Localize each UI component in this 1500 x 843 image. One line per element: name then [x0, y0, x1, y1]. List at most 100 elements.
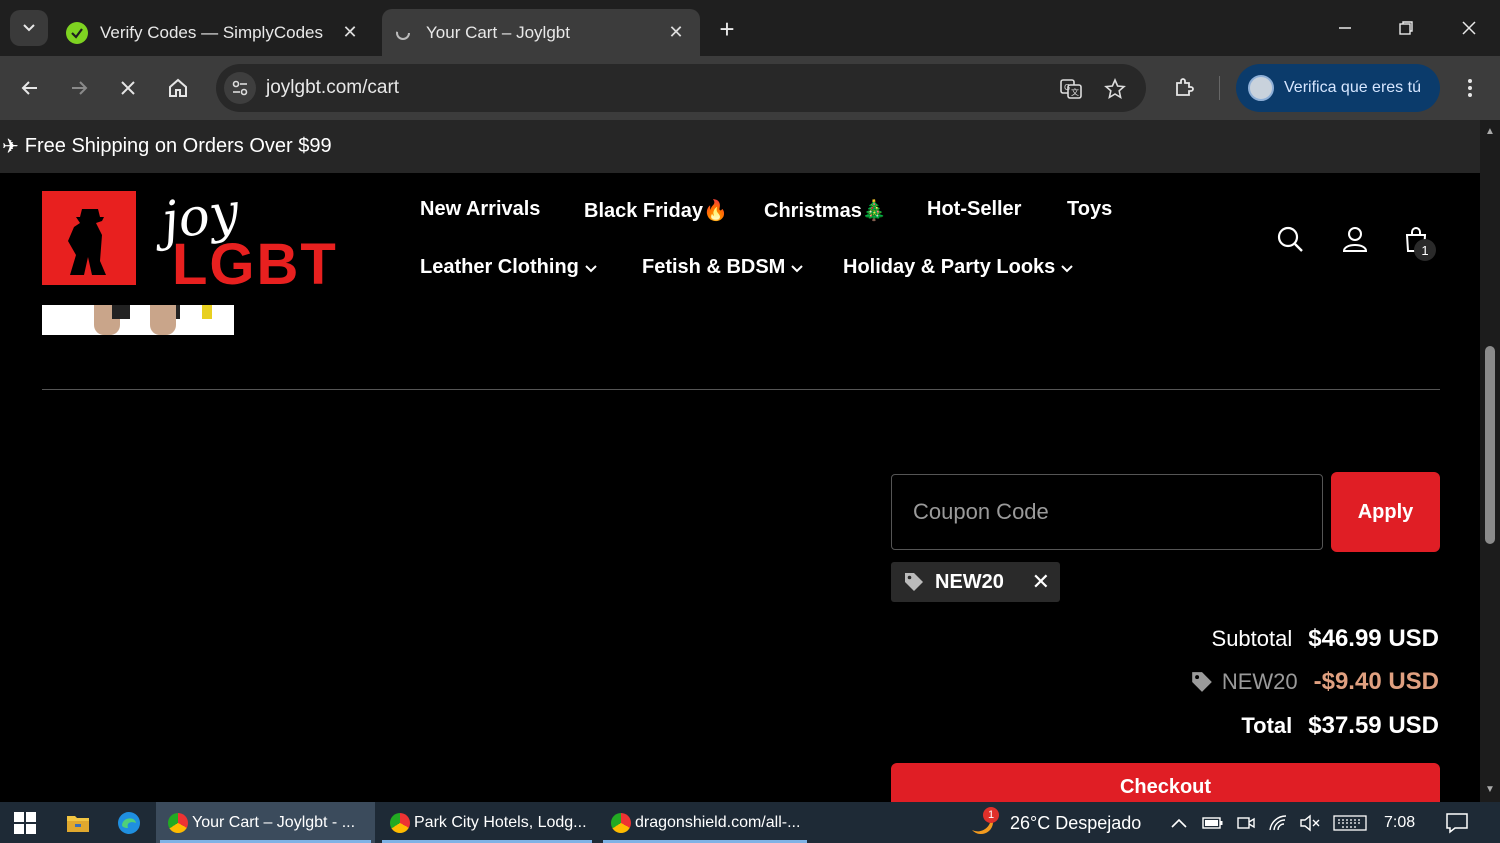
total-row: Total $37.59 USD	[1241, 712, 1439, 740]
taskbar-app-label: dragonshield.com/all-...	[635, 813, 801, 831]
chevron-down-icon	[585, 264, 597, 272]
restore-icon	[1399, 21, 1413, 35]
discount-value: -$9.40 USD	[1313, 668, 1439, 695]
logo-word-text: LGBT	[172, 232, 338, 297]
tab-title: Verify Codes — SimplyCodes	[100, 22, 323, 42]
nav-new-arrivals[interactable]: New Arrivals	[420, 198, 540, 221]
close-window-button[interactable]	[1438, 0, 1500, 56]
store-logo[interactable]: joy LGBT	[42, 182, 372, 297]
address-bar[interactable]: joylgbt.com/cart G文	[216, 64, 1146, 112]
nav-christmas[interactable]: Christmas🎄	[764, 198, 887, 223]
forward-button[interactable]	[61, 70, 97, 106]
puzzle-icon	[1176, 78, 1194, 96]
scrollbar-thumb[interactable]	[1485, 346, 1495, 544]
nav-label: Leather Clothing	[420, 256, 579, 278]
home-icon	[169, 78, 187, 97]
back-button[interactable]	[12, 70, 48, 106]
home-button[interactable]	[160, 70, 196, 106]
toolbar-separator	[1219, 76, 1220, 100]
total-value: $37.59 USD	[1308, 712, 1439, 739]
chevron-down-icon	[23, 24, 35, 32]
apply-coupon-button[interactable]: Apply	[1331, 472, 1440, 552]
windows-logo-icon	[14, 812, 36, 834]
total-label: Total	[1241, 713, 1293, 738]
tab-simplycodes[interactable]: Verify Codes — SimplyCodes ✕	[56, 9, 374, 56]
coupon-code-input[interactable]: Coupon Code	[891, 474, 1323, 550]
close-tab-icon[interactable]: ✕	[338, 21, 362, 45]
taskbar-app-label: Your Cart – Joylgbt - ...	[192, 813, 356, 831]
tab-your-cart[interactable]: Your Cart – Joylgbt ✕	[382, 9, 700, 56]
tab-search-button[interactable]	[10, 10, 48, 46]
battery-icon[interactable]	[1202, 812, 1224, 834]
taskbar-app-park-city[interactable]: Park City Hotels, Lodg...	[378, 802, 596, 843]
profile-label: Verifica que eres tú	[1284, 79, 1421, 96]
url-text[interactable]: joylgbt.com/cart	[266, 77, 399, 99]
stop-loading-button[interactable]	[110, 70, 146, 106]
nav-holiday-party-looks[interactable]: Holiday & Party Looks	[843, 256, 1073, 279]
edge-button[interactable]	[114, 808, 144, 838]
profile-button[interactable]: Verifica que eres tú	[1236, 64, 1440, 112]
simplycodes-favicon-icon	[66, 21, 88, 44]
thumb-shape	[150, 305, 176, 335]
account-button[interactable]	[1339, 223, 1371, 255]
taskbar-app-dragonshield[interactable]: dragonshield.com/all-...	[599, 802, 811, 843]
cart-page: joy LGBT New Arrivals Black Friday🔥 Chri…	[0, 173, 1480, 802]
start-button[interactable]	[10, 808, 40, 838]
thumb-shape	[202, 305, 212, 319]
taskbar-app-your-cart[interactable]: Your Cart – Joylgbt - ...	[156, 802, 375, 843]
keyboard-icon[interactable]	[1333, 812, 1367, 834]
edge-icon	[118, 812, 140, 834]
svg-text:G: G	[1064, 83, 1070, 92]
discount-row: NEW20 -$9.40 USD	[1190, 668, 1439, 696]
bookmark-star-icon[interactable]	[1102, 76, 1128, 102]
close-tab-icon[interactable]: ✕	[664, 21, 688, 45]
notifications-icon[interactable]	[1444, 812, 1470, 834]
page-scrollbar[interactable]: ▲ ▼	[1480, 120, 1500, 802]
chrome-icon	[168, 812, 188, 833]
minimize-button[interactable]	[1314, 0, 1376, 56]
browser-menu-button[interactable]	[1452, 70, 1488, 106]
windows-taskbar: Your Cart – Joylgbt - ... Park City Hote…	[0, 802, 1500, 843]
chrome-icon	[611, 812, 631, 833]
logo-mark	[42, 191, 136, 285]
arrow-right-icon	[72, 81, 88, 95]
clock-time[interactable]: 7:08	[1384, 814, 1415, 832]
scroll-up-arrow-icon[interactable]: ▲	[1484, 126, 1496, 137]
browser-tab-bar: Verify Codes — SimplyCodes ✕ Your Cart –…	[0, 0, 1500, 56]
new-tab-button[interactable]: +	[712, 14, 742, 44]
chrome-icon	[390, 812, 410, 833]
nav-fetish-bdsm[interactable]: Fetish & BDSM	[642, 256, 804, 279]
nav-leather-clothing[interactable]: Leather Clothing	[420, 256, 597, 279]
nav-label: Hot-Seller	[927, 198, 1022, 220]
close-icon	[1462, 21, 1476, 35]
nav-black-friday[interactable]: Black Friday🔥	[584, 198, 728, 223]
cart-item-image[interactable]	[42, 305, 234, 335]
nav-hot-seller[interactable]: Hot-Seller	[927, 198, 1021, 221]
site-settings-icon[interactable]	[224, 72, 256, 104]
cart-divider	[42, 389, 1440, 390]
checkout-button[interactable]: Checkout	[891, 763, 1440, 802]
search-button[interactable]	[1274, 223, 1306, 255]
discount-label: NEW20	[1221, 669, 1298, 694]
nav-label: Black Friday🔥	[584, 200, 728, 222]
wifi-icon[interactable]	[1268, 812, 1290, 834]
volume-muted-icon[interactable]	[1299, 812, 1321, 834]
translate-icon[interactable]: G文	[1058, 76, 1084, 102]
chevron-down-icon	[791, 264, 804, 272]
restore-button[interactable]	[1375, 0, 1437, 56]
announcement-bar: ✈ Free Shipping on Orders Over $99	[0, 120, 1480, 173]
nav-toys[interactable]: Toys	[1067, 198, 1112, 221]
nav-label: Fetish & BDSM	[642, 256, 786, 278]
show-hidden-icons-icon[interactable]	[1168, 812, 1190, 834]
chevron-down-icon	[1061, 264, 1073, 272]
applied-coupon-code: NEW20	[935, 570, 1004, 593]
subtotal-row: Subtotal $46.99 USD	[1212, 625, 1439, 653]
weather-text[interactable]: 26°C Despejado	[1010, 813, 1141, 834]
camera-icon[interactable]	[1235, 812, 1257, 834]
extensions-button[interactable]	[1166, 70, 1202, 106]
scroll-down-arrow-icon[interactable]: ▼	[1484, 784, 1496, 795]
file-explorer-button[interactable]	[63, 808, 93, 838]
arrow-left-icon	[21, 81, 37, 95]
nav-label: Christmas🎄	[764, 200, 887, 222]
remove-coupon-icon[interactable]: ✕	[1032, 569, 1050, 595]
